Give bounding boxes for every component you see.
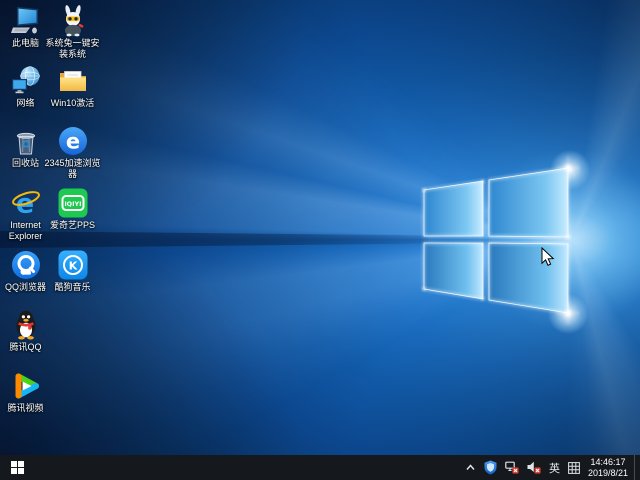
desktop-icon-2345-browser[interactable]: e 2345加速浏览器 — [49, 125, 96, 180]
tencent-video-icon — [10, 370, 42, 402]
windows-start-icon — [11, 461, 24, 474]
keyboard-grid-icon — [568, 462, 580, 474]
system-tray: 英 14:46:17 2019/8/21 — [461, 455, 640, 480]
desktop-icon-qq-browser[interactable]: QQ浏览器 — [2, 249, 49, 293]
touch-keyboard-tray-icon[interactable] — [564, 455, 584, 480]
rabbit-mascot-icon — [57, 5, 89, 37]
clock-time: 14:46:17 — [588, 457, 628, 468]
qq-browser-icon — [10, 249, 42, 281]
volume-tray-icon[interactable] — [523, 455, 545, 480]
desktop-icon-label: 腾讯QQ — [0, 342, 54, 353]
desktop-icon-tencent-video[interactable]: 腾讯视频 — [2, 370, 49, 414]
hidden-icons-chevron[interactable] — [461, 455, 480, 480]
input-language-indicator[interactable]: 英 — [545, 455, 564, 480]
tencent-qq-icon — [10, 309, 42, 341]
show-desktop-button[interactable] — [634, 455, 640, 480]
security-shield-tray-icon[interactable] — [480, 455, 501, 480]
volume-muted-icon — [527, 461, 541, 474]
desktop-icon-win10-activation[interactable]: Win10激活 — [49, 65, 96, 109]
iqiyi-pps-icon: iQIYI — [57, 187, 89, 219]
desktop-icon-label: Win10激活 — [44, 98, 101, 109]
desktop-icon-internet-explorer[interactable]: e Internet Explorer — [2, 187, 49, 242]
shield-icon — [484, 460, 497, 475]
network-disconnected-icon — [505, 461, 519, 474]
desktop-icon-kugou-music[interactable]: K 酷狗音乐 — [49, 249, 96, 293]
svg-text:e: e — [65, 130, 79, 154]
desktop-icon-label: 系统兔一键安装系统 — [44, 38, 101, 60]
internet-explorer-icon: e — [10, 187, 42, 219]
mouse-cursor — [541, 247, 555, 267]
this-pc-icon — [10, 5, 42, 37]
desktop-icon-label: 爱奇艺PPS — [44, 220, 101, 231]
desktop-icon-label: 酷狗音乐 — [44, 282, 101, 293]
start-button[interactable] — [0, 455, 34, 480]
desktop-icon-this-pc[interactable]: 此电脑 — [2, 5, 49, 49]
windows-logo-wallpaper — [408, 138, 580, 325]
network-icon — [10, 65, 42, 97]
svg-text:iQIYI: iQIYI — [64, 200, 81, 208]
clock-date: 2019/8/21 — [588, 468, 628, 479]
taskbar: 英 14:46:17 2019/8/21 — [0, 455, 640, 480]
svg-text:♻: ♻ — [21, 138, 31, 151]
desktop-icon-label: 2345加速浏览器 — [44, 158, 101, 180]
svg-text:K: K — [68, 259, 77, 272]
network-status-tray-icon[interactable] — [501, 455, 523, 480]
taskbar-clock[interactable]: 14:46:17 2019/8/21 — [584, 457, 634, 478]
chevron-up-icon — [465, 462, 476, 473]
folder-icon — [57, 65, 89, 97]
desktop-icon-recycle-bin[interactable]: ♻ 回收站 — [2, 125, 49, 169]
windows-desktop: 此电脑 网络 ♻ — [0, 0, 640, 480]
kugou-music-icon: K — [57, 249, 89, 281]
desktop-icon-network[interactable]: 网络 — [2, 65, 49, 109]
desktop-icon-label: 腾讯视频 — [0, 403, 54, 414]
desktop-icon-iqiyi-pps[interactable]: iQIYI 爱奇艺PPS — [49, 187, 96, 231]
recycle-bin-icon: ♻ — [10, 125, 42, 157]
desktop-icon-tencent-qq[interactable]: 腾讯QQ — [2, 309, 49, 353]
desktop-icon-system-rabbit-installer[interactable]: 系统兔一键安装系统 — [49, 5, 96, 60]
2345-browser-icon: e — [57, 125, 89, 157]
